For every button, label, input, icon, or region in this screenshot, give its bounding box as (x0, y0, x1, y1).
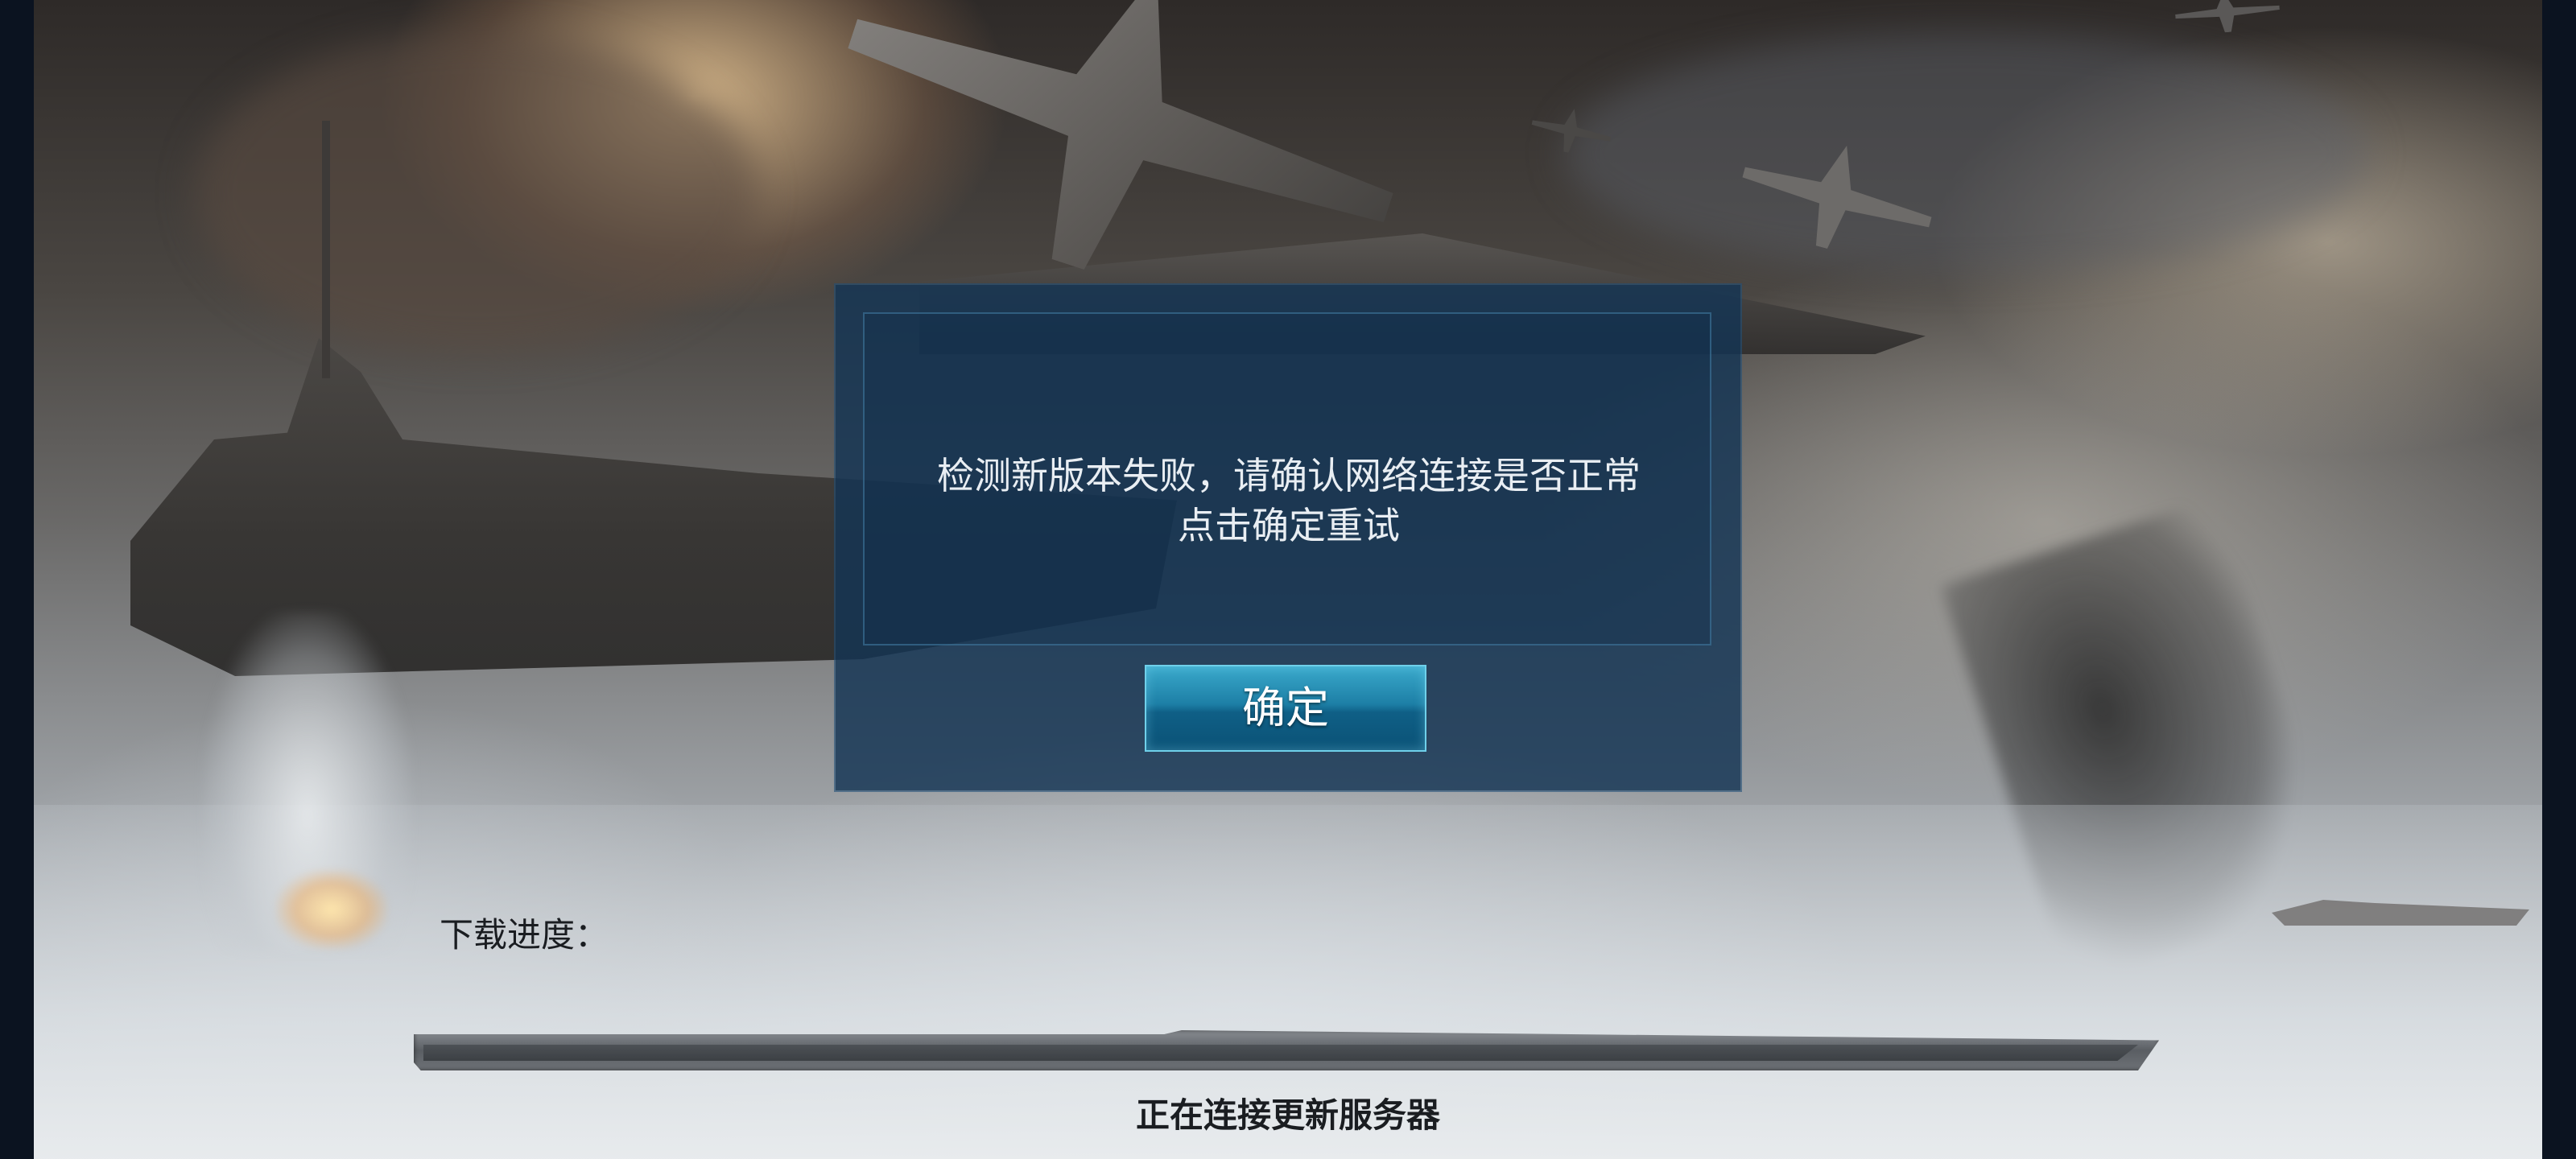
explosion-flash (275, 869, 388, 950)
cloud (195, 32, 758, 354)
dialog-message-line1: 检测新版本失败，请确认网络连接是否正常 (937, 454, 1641, 497)
confirm-button[interactable]: 确定 (1145, 665, 1426, 752)
fighter-plane-illustration (2174, 0, 2281, 37)
game-update-screen: 检测新版本失败，请确认网络连接是否正常 点击确定重试 确定 下载进度： 正在连接… (0, 0, 2576, 1159)
progress-bar-track (423, 1045, 2138, 1061)
update-error-dialog: 检测新版本失败，请确认网络连接是否正常 点击确定重试 确定 (836, 285, 1740, 790)
letterbox-left (0, 0, 34, 1159)
dialog-message: 检测新版本失败，请确认网络连接是否正常 点击确定重试 (865, 451, 1713, 551)
download-progress-label: 下载进度： (440, 915, 609, 955)
connection-status-text: 正在连接更新服务器 (1135, 1095, 1440, 1135)
dialog-message-panel: 检测新版本失败，请确认网络连接是否正常 点击确定重试 (863, 312, 1711, 645)
ship-mast (322, 121, 330, 378)
letterbox-right (2542, 0, 2576, 1159)
cloud (1563, 32, 2368, 274)
download-progress-bar (414, 1030, 2159, 1070)
dialog-message-line2: 点击确定重试 (1178, 504, 1400, 547)
